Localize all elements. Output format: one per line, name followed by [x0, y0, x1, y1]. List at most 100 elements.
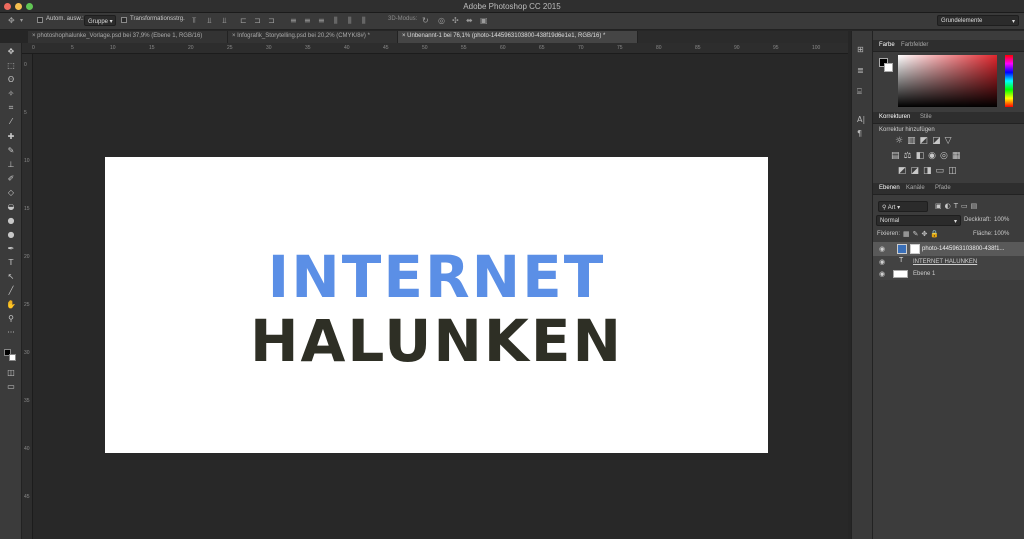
roll-3d-icon[interactable]: ◎ — [438, 16, 445, 25]
align-bottom-icon[interactable]: ⫫ — [222, 16, 227, 26]
zoom-tool-icon[interactable]: ⚲ — [4, 313, 18, 325]
scale-3d-icon[interactable]: ▣ — [480, 16, 488, 25]
distribute-middle-icon[interactable]: ≡ — [304, 16, 311, 25]
hue-slider[interactable] — [1005, 55, 1013, 107]
curves-icon[interactable]: ◩ — [920, 136, 933, 146]
move-tool-icon[interactable]: ✥ — [8, 16, 15, 25]
distribute-center-icon[interactable]: ⫼ — [348, 16, 352, 26]
vibrance-icon[interactable]: ▽ — [945, 136, 956, 146]
lasso-tool-icon[interactable]: ʘ — [4, 74, 18, 86]
tab-styles[interactable]: Stile — [920, 114, 932, 120]
info-panel-icon[interactable]: ⌸ — [857, 87, 862, 97]
background-color-swatch[interactable] — [9, 354, 16, 361]
tab-adjustments[interactable]: Korrekturen — [879, 114, 910, 120]
fill-input[interactable]: 100% — [994, 231, 1009, 237]
lock-all-icon[interactable]: 🔒 — [930, 230, 942, 238]
tab-layers[interactable]: Ebenen — [879, 185, 900, 191]
align-middle-icon[interactable]: ⫫ — [207, 16, 212, 26]
distribute-left-icon[interactable]: ⫼ — [334, 16, 338, 26]
more-tools-icon[interactable]: ··· — [4, 327, 18, 339]
crop-tool-icon[interactable]: ⌗ — [4, 102, 18, 114]
clone-stamp-tool-icon[interactable]: ⊥ — [4, 159, 18, 171]
paint-bucket-tool-icon[interactable]: ◒ — [4, 201, 18, 213]
blur-tool-icon[interactable]: ● — [4, 215, 18, 227]
tab-swatches[interactable]: Farbfelder — [901, 42, 928, 48]
color-panel-background-swatch[interactable] — [884, 63, 893, 72]
move-tool-icon[interactable]: ✥ — [4, 46, 18, 58]
blend-mode-dropdown[interactable]: Normal ▾ — [876, 215, 961, 226]
type-filter-icon[interactable]: T — [954, 202, 961, 210]
drag-3d-icon[interactable]: ✣ — [452, 16, 459, 25]
adjustment-filter-icon[interactable]: ◐ — [945, 202, 954, 210]
invert-icon[interactable]: ◩ — [898, 166, 911, 176]
color-balance-icon[interactable]: ⚖ — [904, 151, 916, 161]
rotate-3d-icon[interactable]: ↻ — [422, 16, 429, 25]
visibility-eye-icon[interactable]: ◉ — [879, 270, 885, 278]
exposure-icon[interactable]: ◪ — [932, 136, 945, 146]
distribute-right-icon[interactable]: ⫼ — [362, 16, 366, 26]
tab-document-3[interactable]: × Unbenannt-1 bei 76,1% (photo-144596310… — [398, 31, 638, 43]
distribute-bottom-icon[interactable]: ≡ — [318, 16, 325, 25]
tab-color[interactable]: Farbe — [879, 42, 895, 48]
align-center-icon[interactable]: ⊐ — [254, 16, 261, 25]
color-saturation-field[interactable] — [898, 55, 997, 107]
slide-3d-icon[interactable]: ⬌ — [466, 16, 473, 25]
transform-controls-checkbox[interactable] — [121, 17, 127, 23]
visibility-eye-icon[interactable]: ◉ — [879, 258, 885, 266]
workspace-dropdown[interactable]: Grundelemente ▾ — [937, 15, 1019, 26]
vertical-ruler[interactable]: 0 5 10 15 20 25 30 35 40 45 — [22, 54, 33, 539]
channel-mixer-icon[interactable]: ◎ — [940, 151, 952, 161]
eraser-tool-icon[interactable]: ◇ — [4, 187, 18, 199]
black-white-icon[interactable]: ◧ — [916, 151, 929, 161]
brush-tool-icon[interactable]: ✎ — [4, 145, 18, 157]
selective-color-icon[interactable]: ◫ — [948, 166, 961, 176]
screen-mode-icon[interactable]: ▭ — [4, 381, 18, 393]
quick-mask-icon[interactable]: ◫ — [4, 367, 18, 379]
gradient-map-icon[interactable]: ▭ — [936, 166, 949, 176]
chevron-down-icon[interactable]: ▾ — [20, 17, 23, 24]
eyedropper-tool-icon[interactable]: ⁄ — [4, 116, 18, 128]
auto-select-checkbox[interactable] — [37, 17, 43, 23]
layer-row[interactable]: ◉ T INTERNET HALUNKEN — [873, 256, 1024, 268]
layer-row[interactable]: ◉ photo-1445963103800-438f1... — [873, 242, 1024, 256]
layer-row[interactable]: ◉ Ebene 1 — [873, 268, 1024, 280]
dodge-tool-icon[interactable]: ● — [4, 229, 18, 241]
history-panel-icon[interactable]: ⊞ — [857, 45, 864, 54]
paragraph-panel-icon[interactable]: ¶ — [857, 129, 862, 138]
tab-channels[interactable]: Kanäle — [906, 185, 925, 191]
align-top-icon[interactable]: ⫪ — [192, 16, 197, 26]
pen-tool-icon[interactable]: ✒ — [4, 243, 18, 255]
hand-tool-icon[interactable]: ✋ — [4, 299, 18, 311]
hue-saturation-icon[interactable]: ▤ — [891, 151, 904, 161]
photo-filter-icon[interactable]: ◉ — [928, 151, 940, 161]
document-canvas[interactable]: INTERNET HALUNKEN — [105, 157, 768, 453]
align-right-icon[interactable]: ⊐ — [268, 16, 275, 25]
marquee-tool-icon[interactable]: ⬚ — [4, 60, 18, 72]
tab-document-1[interactable]: × photoshophalunke_Vorlage.psd bei 37,9%… — [28, 31, 228, 43]
color-lookup-icon[interactable]: ▦ — [952, 151, 965, 161]
pixel-filter-icon[interactable]: ▣ — [935, 202, 945, 210]
auto-select-dropdown[interactable]: Gruppe ▾ — [84, 15, 116, 26]
distribute-top-icon[interactable]: ≡ — [290, 16, 297, 25]
smart-filter-icon[interactable]: ▤ — [971, 202, 981, 210]
tab-paths[interactable]: Pfade — [935, 185, 951, 191]
posterize-icon[interactable]: ◪ — [911, 166, 924, 176]
brightness-contrast-icon[interactable]: ☼ — [895, 136, 907, 146]
path-selection-tool-icon[interactable]: ↖ — [4, 271, 18, 283]
shape-filter-icon[interactable]: ▭ — [961, 202, 971, 210]
horizontal-ruler[interactable]: 0 5 10 15 20 25 30 35 40 45 50 55 60 65 70 75 80 85 90 95 10… — [22, 43, 848, 54]
line-tool-icon[interactable]: ╱ — [4, 285, 18, 297]
magic-wand-tool-icon[interactable]: ✧ — [4, 88, 18, 100]
visibility-eye-icon[interactable]: ◉ — [879, 245, 885, 253]
character-panel-icon[interactable]: A| — [857, 115, 865, 124]
align-left-icon[interactable]: ⊏ — [240, 16, 247, 25]
healing-brush-tool-icon[interactable]: ✚ — [4, 131, 18, 143]
properties-panel-icon[interactable]: ≣ — [857, 66, 864, 75]
type-tool-icon[interactable]: T — [4, 257, 18, 269]
opacity-input[interactable]: 100% — [994, 217, 1009, 223]
history-brush-tool-icon[interactable]: ✐ — [4, 173, 18, 185]
threshold-icon[interactable]: ◨ — [923, 166, 936, 176]
tab-document-2[interactable]: × Infografik_Storytelling.psd bei 20,2% … — [228, 31, 398, 43]
lock-transparency-icon[interactable]: ▦ — [903, 230, 913, 238]
layer-filter-dropdown[interactable]: ⚲ Art ▾ — [878, 201, 928, 212]
